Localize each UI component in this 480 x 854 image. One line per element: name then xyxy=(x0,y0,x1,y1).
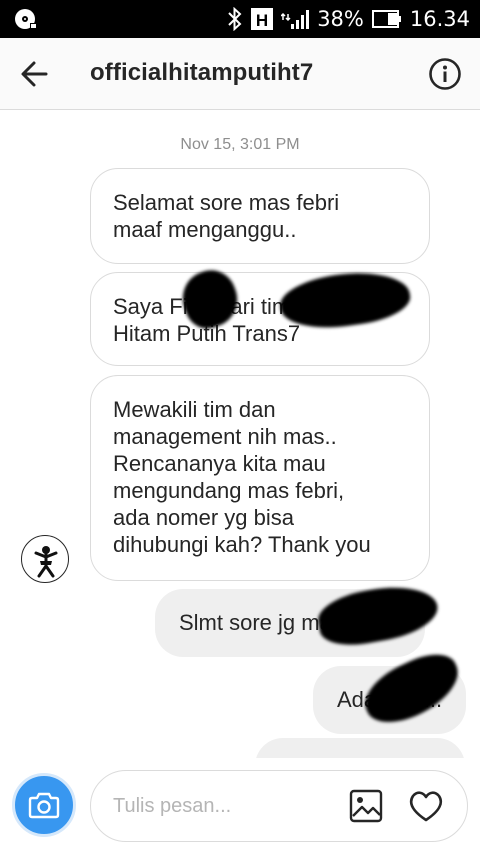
vinyl-icon xyxy=(15,9,37,29)
status-time: 16.34 xyxy=(409,7,470,31)
svg-text:H: H xyxy=(256,11,268,30)
message-input[interactable] xyxy=(113,791,333,821)
network-h-icon: H xyxy=(251,8,274,30)
bluetooth-icon xyxy=(228,7,242,31)
sender-avatar[interactable] xyxy=(21,535,69,583)
info-icon[interactable] xyxy=(428,57,462,91)
battery-icon xyxy=(371,10,401,28)
incoming-message[interactable]: Selamat sore mas febri maaf menganggu.. xyxy=(90,168,430,264)
battery-percent: 38% xyxy=(317,7,364,31)
camera-button[interactable] xyxy=(12,773,76,837)
camera-icon xyxy=(28,792,60,819)
message-list[interactable]: Nov 15, 3:01 PM Selamat sore mas febri m… xyxy=(0,111,480,758)
hitam-putih-logo-icon xyxy=(34,546,58,578)
message-timestamp: Nov 15, 3:01 PM xyxy=(180,136,300,153)
heart-icon[interactable] xyxy=(407,788,445,824)
gallery-icon[interactable] xyxy=(349,789,383,823)
message-input-container[interactable] xyxy=(90,770,468,842)
status-bar: H 38% 16.34 xyxy=(0,0,480,38)
message-composer xyxy=(0,758,480,854)
chat-title[interactable]: officialhitamputiht7 xyxy=(90,59,313,87)
back-arrow-icon[interactable] xyxy=(16,56,56,92)
outgoing-message[interactable] xyxy=(255,738,465,758)
incoming-message[interactable]: Mewakili tim dan management nih mas.. Re… xyxy=(90,375,430,581)
chat-header: officialhitamputiht7 xyxy=(0,38,480,110)
signal-icon xyxy=(281,10,310,29)
